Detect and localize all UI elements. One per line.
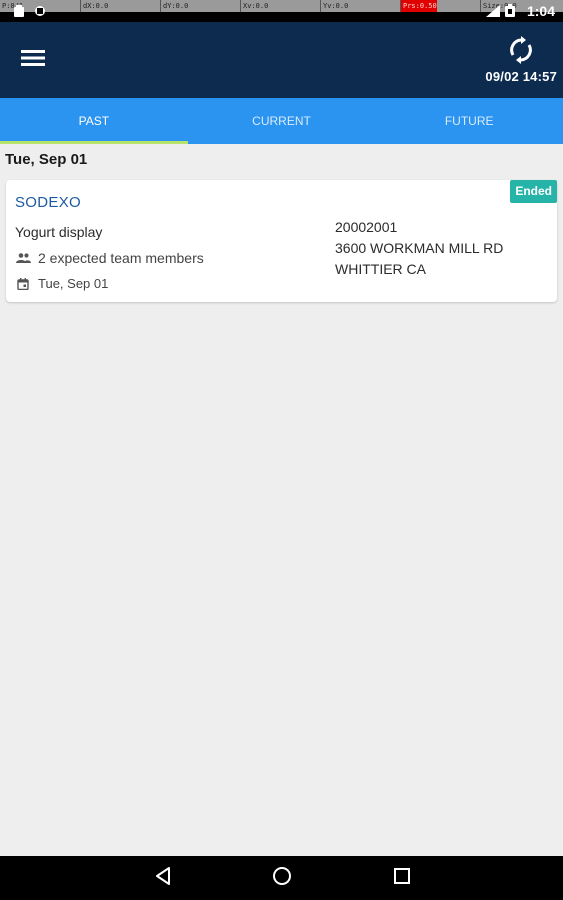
store-street: 3600 WORKMAN MILL RD	[335, 240, 504, 256]
menu-button[interactable]	[16, 44, 50, 76]
pointer-location-overlay: P:0/1 dX:0.0 dY:0.0 Xv:0.0 Yv:0.0 Prs:0.…	[0, 0, 563, 12]
visit-date-text: Tue, Sep 01	[38, 276, 109, 291]
system-nav-bar	[0, 856, 563, 900]
app-bar: 09/02 14:57	[0, 22, 563, 98]
back-button[interactable]	[152, 866, 174, 890]
status-badge: Ended	[510, 180, 557, 203]
team-members-text: 2 expected team members	[38, 250, 204, 266]
home-icon	[272, 866, 292, 891]
tab-bar: PAST CURRENT FUTURE	[0, 98, 563, 144]
status-icons	[486, 4, 515, 22]
store-number: 20002001	[335, 219, 398, 235]
status-bar: P:0/1 dX:0.0 dY:0.0 Xv:0.0 Yv:0.0 Prs:0.…	[0, 0, 563, 22]
people-icon	[15, 251, 31, 265]
debug-dy: dY:0.0	[160, 0, 188, 12]
section-date-header: Tue, Sep 01	[5, 151, 88, 168]
visit-card[interactable]: Ended SODEXO Yogurt display 2 expected t…	[6, 180, 557, 302]
notification-icon	[34, 4, 45, 16]
home-button[interactable]	[271, 866, 293, 891]
calendar-icon	[15, 277, 31, 291]
visit-date-row: Tue, Sep 01	[15, 276, 108, 291]
team-members-row: 2 expected team members	[15, 250, 204, 266]
sync-icon	[508, 35, 534, 69]
battery-icon	[505, 4, 515, 22]
debug-pressure: Prs:0.50	[400, 0, 437, 12]
hamburger-menu-icon	[21, 49, 45, 72]
recents-button[interactable]	[391, 867, 413, 889]
tab-current[interactable]: CURRENT	[188, 98, 376, 144]
store-address: 20002001 3600 WORKMAN MILL RD WHITTIER C…	[335, 217, 503, 280]
back-icon	[155, 866, 171, 890]
recents-icon	[394, 867, 410, 889]
tab-past[interactable]: PAST	[0, 98, 188, 144]
sync-button[interactable]	[505, 35, 537, 69]
wifi-icon	[486, 4, 500, 22]
store-city: WHITTIER CA	[335, 261, 426, 277]
last-sync-time: 09/02 14:57	[485, 69, 557, 84]
debug-xv: Xv:0.0	[240, 0, 268, 12]
client-name: SODEXO	[15, 194, 81, 211]
notification-icon	[14, 4, 24, 17]
tab-future[interactable]: FUTURE	[375, 98, 563, 144]
clock: 1:04	[526, 3, 555, 19]
task-name: Yogurt display	[15, 224, 103, 240]
debug-dx: dX:0.0	[80, 0, 108, 12]
debug-yv: Yv:0.0	[320, 0, 348, 12]
